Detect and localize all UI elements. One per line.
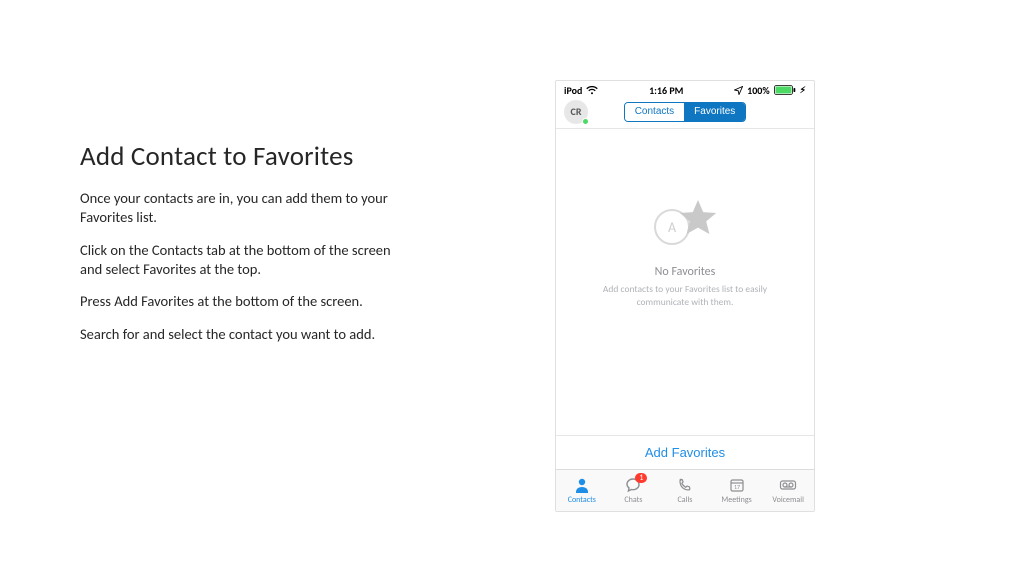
device-label: iPod bbox=[564, 84, 582, 97]
tab-meetings-label: Meetings bbox=[721, 495, 751, 505]
instructions-p2: Click on the Contacts tab at the bottom … bbox=[80, 241, 410, 279]
tab-calls-label: Calls bbox=[678, 495, 693, 505]
instructions-p3: Press Add Favorites at the bottom of the… bbox=[80, 292, 410, 311]
tab-contacts-label: Contacts bbox=[568, 495, 596, 505]
seg-favorites[interactable]: Favorites bbox=[684, 103, 745, 121]
battery-pct: 100% bbox=[747, 84, 770, 97]
avatar-initials: CR bbox=[571, 105, 582, 118]
segmented-control: Contacts Favorites bbox=[624, 102, 747, 122]
status-bar: iPod 1:16 PM 100% ⚡︎ bbox=[556, 81, 814, 99]
tab-meetings[interactable]: 17 Meetings bbox=[711, 470, 763, 511]
tab-bar: Contacts 1 Chats Calls 17 Meetings bbox=[556, 469, 814, 511]
empty-graphic: A bbox=[650, 201, 720, 251]
add-favorites-bar: Add Favorites bbox=[556, 435, 814, 469]
empty-subtitle: Add contacts to your Favorites list to e… bbox=[576, 283, 794, 309]
add-favorites-button[interactable]: Add Favorites bbox=[645, 445, 725, 460]
tab-voicemail-label: Voicemail bbox=[772, 495, 804, 505]
phone-mockup: iPod 1:16 PM 100% ⚡︎ CR bbox=[555, 80, 815, 512]
avatar[interactable]: CR bbox=[564, 100, 588, 124]
instructions-heading: Add Contact to Favorites bbox=[80, 140, 410, 173]
instructions-p1: Once your contacts are in, you can add t… bbox=[80, 189, 410, 227]
tab-voicemail[interactable]: Voicemail bbox=[762, 470, 814, 511]
svg-text:17: 17 bbox=[734, 483, 740, 491]
instructions-p4: Search for and select the contact you wa… bbox=[80, 325, 410, 344]
status-time: 1:16 PM bbox=[649, 84, 683, 97]
wifi-icon bbox=[586, 86, 598, 95]
battery-icon bbox=[774, 85, 796, 95]
location-icon bbox=[734, 86, 743, 95]
chats-badge: 1 bbox=[635, 473, 647, 483]
voicemail-icon bbox=[779, 476, 797, 494]
empty-title: No Favorites bbox=[576, 265, 794, 279]
instructions-panel: Add Contact to Favorites Once your conta… bbox=[80, 140, 410, 358]
calls-icon bbox=[677, 476, 693, 494]
empty-state: A No Favorites Add contacts to your Favo… bbox=[556, 201, 814, 309]
presence-indicator bbox=[582, 118, 589, 125]
seg-contacts[interactable]: Contacts bbox=[625, 103, 684, 121]
tab-contacts[interactable]: Contacts bbox=[556, 470, 608, 511]
tab-chats[interactable]: 1 Chats bbox=[608, 470, 660, 511]
meetings-icon: 17 bbox=[729, 476, 745, 494]
tab-chats-label: Chats bbox=[624, 495, 642, 505]
star-icon bbox=[678, 199, 718, 242]
contacts-icon bbox=[574, 476, 590, 494]
navbar: CR Contacts Favorites bbox=[556, 99, 814, 129]
tab-calls[interactable]: Calls bbox=[659, 470, 711, 511]
charging-icon: ⚡︎ bbox=[800, 85, 806, 96]
